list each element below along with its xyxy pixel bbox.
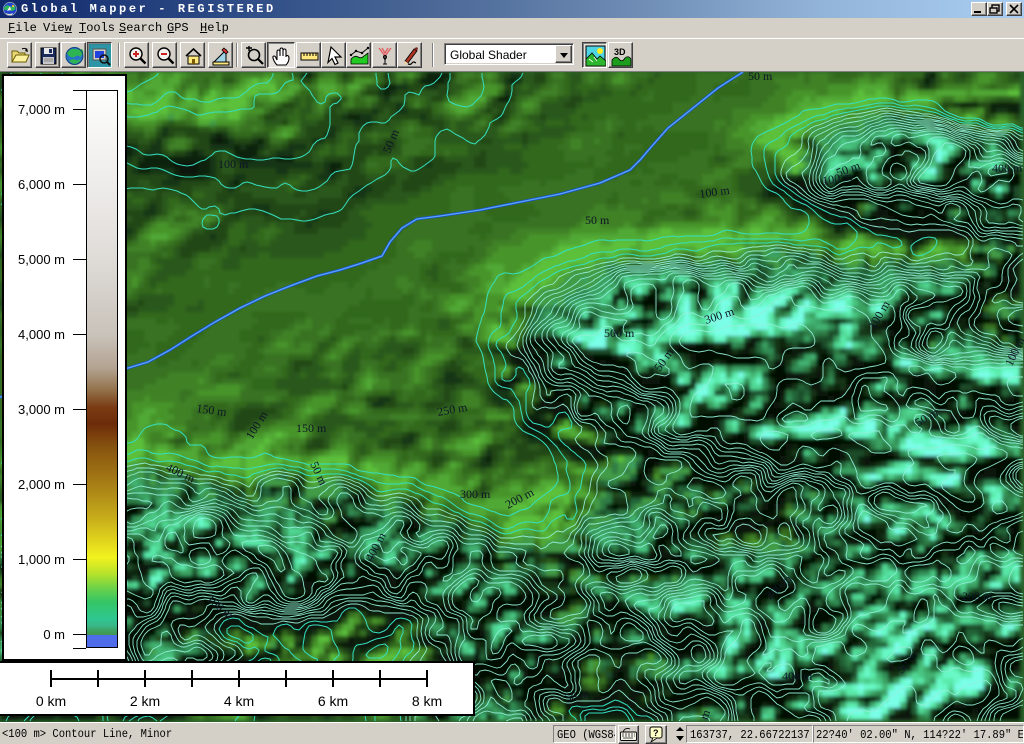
svg-text:50 m: 50 m (585, 213, 610, 227)
svg-text:400 m: 400 m (782, 669, 813, 683)
svg-text:200 m: 200 m (962, 589, 993, 603)
svg-text:300 m: 300 m (460, 487, 491, 501)
svg-text:100 m: 100 m (218, 157, 249, 171)
svg-text:?: ? (653, 728, 659, 738)
svg-text:50 m: 50 m (748, 72, 773, 83)
svg-text:150 m: 150 m (296, 421, 327, 435)
svg-text:400 m: 400 m (992, 161, 1023, 175)
svg-text:500 m: 500 m (604, 326, 635, 340)
svg-text:3D: 3D (614, 47, 626, 57)
